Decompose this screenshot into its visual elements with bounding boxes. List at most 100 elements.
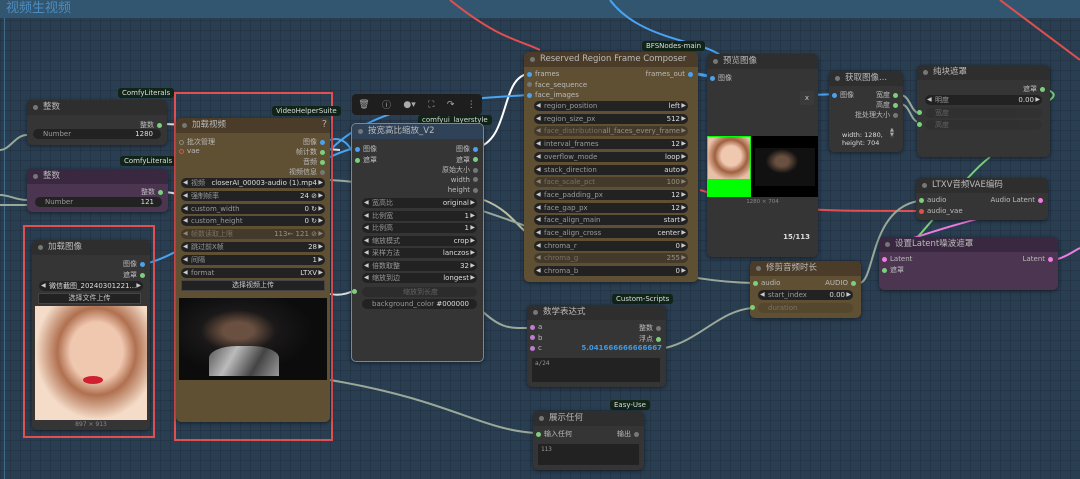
slot-dot-icon[interactable]: [179, 139, 184, 145]
widget-[interactable]: 间隔 1: [181, 254, 325, 265]
show-any-node[interactable]: 展示任何 输入任何 输出 113: [533, 411, 644, 470]
slot-dot-icon[interactable]: [536, 431, 541, 437]
slot-dot-icon[interactable]: [530, 324, 535, 330]
integer-node-2[interactable]: 整数 整数 Number 121: [27, 169, 168, 212]
upload-file-button[interactable]: 选择文件上传: [38, 293, 141, 304]
node-title[interactable]: LTXV音频VAE编码: [916, 178, 1048, 193]
widget-[interactable]: 帧数读取上限 113← 121 ⊘: [181, 229, 325, 240]
input-slot[interactable]: 遮罩: [879, 265, 904, 275]
fit-icon[interactable]: ⛶: [428, 100, 434, 110]
image-file-select[interactable]: 微信截图_20240301221...: [39, 281, 143, 291]
input-slot[interactable]: 遮罩: [352, 155, 377, 165]
output-slot[interactable]: 高度: [876, 100, 901, 110]
input-slot[interactable]: 图像: [707, 73, 732, 83]
width-input[interactable]: 宽度: [925, 108, 1042, 118]
node-title[interactable]: 按宽高比缩放_V2: [352, 124, 483, 139]
node-title[interactable]: 展示任何: [533, 411, 644, 426]
slot-dot-icon[interactable]: [352, 289, 357, 294]
input-slot[interactable]: frames: [524, 70, 559, 78]
widget-[interactable]: 采样方法 lanczos: [362, 248, 477, 258]
widget-region-size-px[interactable]: region_size_px 512: [534, 113, 688, 124]
widget-[interactable]: 宽高比 original: [362, 198, 477, 208]
slot-dot-icon[interactable]: [320, 169, 325, 175]
input-slot[interactable]: 批次管理: [176, 137, 215, 147]
slot-dot-icon[interactable]: [750, 305, 755, 310]
slot-dot-icon[interactable]: [753, 280, 758, 286]
node-title[interactable]: 获取图像...: [829, 71, 903, 86]
slot-dot-icon[interactable]: [530, 345, 535, 351]
input-slot[interactable]: audio_vae: [916, 207, 963, 215]
slot-dot-icon[interactable]: [634, 431, 639, 437]
slot-dot-icon[interactable]: [893, 112, 898, 118]
output-slot-image[interactable]: 图像: [123, 259, 148, 269]
output-slot[interactable]: width: [451, 176, 481, 184]
output-slot[interactable]: 原始大小: [442, 165, 481, 175]
output-slot[interactable]: 浮点: [639, 334, 664, 344]
integer-node-1[interactable]: 整数 整数 Number 1280: [27, 100, 167, 145]
output-slot[interactable]: 帧计数: [296, 147, 328, 157]
input-slot[interactable]: Latent: [879, 255, 912, 263]
preview-image-node[interactable]: 预览图像 图像 x 1280 × 704 15/113: [707, 54, 818, 257]
widget-[interactable]: 比例宽 1: [362, 210, 477, 221]
output-slot[interactable]: 宽度: [876, 90, 901, 100]
node-title[interactable]: 整数: [27, 169, 168, 184]
widget-face-distribution[interactable]: face_distributionall_faces_every_frame: [534, 126, 688, 137]
slot-dot-icon[interactable]: [140, 261, 145, 267]
duration-input[interactable]: duration: [758, 303, 853, 313]
output-slot[interactable]: 遮罩: [1023, 84, 1048, 94]
output-slot[interactable]: AUDIO: [825, 279, 859, 287]
slot-dot-icon[interactable]: [1038, 197, 1043, 203]
output-slot[interactable]: 批处理大小: [855, 110, 901, 120]
slot-dot-icon[interactable]: [1040, 86, 1045, 92]
slot-dot-icon[interactable]: [919, 208, 924, 214]
slot-dot-icon[interactable]: [919, 197, 924, 203]
output-slot[interactable]: Audio Latent: [990, 196, 1046, 204]
node-title[interactable]: 修剪音频时长: [750, 261, 861, 276]
widget-[interactable]: 视频 closerAI_00003-audio (1).mp4: [181, 178, 325, 188]
slot-dot-icon[interactable]: [473, 187, 478, 193]
reserved-region-frame-composer-node[interactable]: Reserved Region Frame Composer frames fac…: [524, 52, 698, 282]
slot-dot-icon[interactable]: [527, 82, 532, 87]
number-widget[interactable]: Number 121: [35, 197, 162, 207]
slot-dot-icon[interactable]: [473, 146, 478, 152]
output-slot[interactable]: height: [448, 186, 481, 194]
trash-icon[interactable]: 🗑: [358, 100, 369, 110]
widget-format[interactable]: format LTXV: [181, 267, 325, 278]
slot-dot-icon[interactable]: [179, 148, 184, 154]
output-slot[interactable]: 遮罩: [456, 155, 481, 165]
background-color-widget[interactable]: background_color #000000: [362, 299, 477, 309]
slot-dot-icon[interactable]: [710, 75, 715, 81]
input-slot[interactable]: b: [527, 334, 542, 342]
slot-dot-icon[interactable]: [832, 92, 837, 98]
widget-stack-direction[interactable]: stack_direction auto: [534, 164, 688, 175]
widget-chroma-b[interactable]: chroma_b 0: [534, 266, 688, 277]
start-index-widget[interactable]: start_index 0.00: [758, 290, 853, 300]
output-slot[interactable]: 视频信息: [289, 167, 328, 177]
output-slot[interactable]: 图像: [456, 144, 481, 154]
input-slot[interactable]: face_sequence: [524, 81, 587, 89]
slot-dot-icon[interactable]: [656, 336, 661, 342]
brightness-widget[interactable]: 明度 0.00: [925, 95, 1042, 105]
get-image-size-node[interactable]: 获取图像... 图像 宽度 高度 批处理大小 width: 1280, height…: [829, 71, 903, 152]
slot-dot-icon[interactable]: [527, 71, 532, 77]
slot-dot-icon[interactable]: [688, 71, 693, 77]
more-icon[interactable]: ⋮: [467, 100, 476, 110]
slot-dot-icon[interactable]: [473, 167, 478, 173]
slot-dot-icon[interactable]: [473, 157, 478, 162]
slot-dot-icon[interactable]: [530, 335, 535, 340]
slot-dot-icon[interactable]: [320, 139, 325, 145]
widget-face-align-main[interactable]: face_align_main start: [534, 215, 688, 226]
slot-dot-icon[interactable]: [320, 149, 325, 155]
load-video-node[interactable]: 加载视频 ? 批次管理 vae 图像帧计数音频视频信息 视频 closerAI_0…: [176, 118, 330, 422]
math-expression-node[interactable]: 数学表达式 abc 整数 浮点 5.041666666666667 a/24: [527, 305, 666, 387]
number-widget[interactable]: Number 1280: [33, 129, 161, 139]
node-title[interactable]: 加载图像: [32, 240, 150, 255]
slot-dot-icon[interactable]: [355, 157, 360, 163]
slot-dot-icon[interactable]: [473, 177, 478, 182]
output-slot[interactable]: 音频: [303, 157, 328, 167]
close-icon[interactable]: x: [800, 91, 814, 105]
slot-dot-icon[interactable]: [140, 272, 145, 278]
output-slot[interactable]: 图像: [303, 137, 328, 147]
output-slot[interactable]: 整数: [639, 323, 664, 333]
widget-chroma-g[interactable]: chroma_g 255: [534, 253, 688, 264]
